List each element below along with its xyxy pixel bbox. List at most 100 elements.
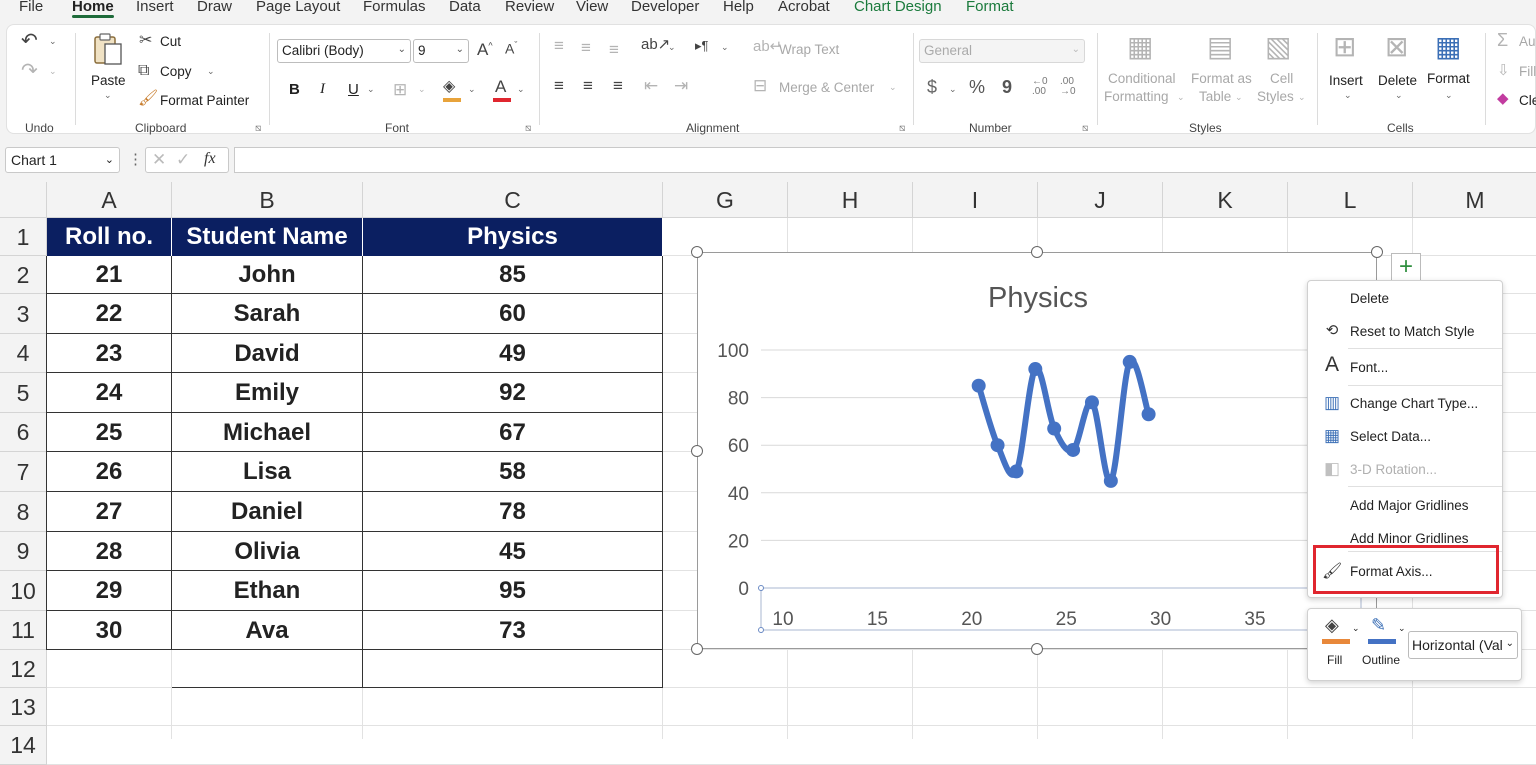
row-header-2[interactable]: 2 — [0, 256, 47, 294]
menu-item-font[interactable]: A Font... — [1308, 352, 1504, 382]
data-point[interactable] — [1066, 442, 1081, 457]
chart-resize-handle-bl[interactable] — [691, 643, 703, 655]
row-header-7[interactable]: 7 — [0, 452, 47, 492]
redo-dropdown-icon[interactable]: ⌄ — [49, 67, 57, 76]
paste-button[interactable] — [91, 31, 127, 69]
insert-function-button[interactable]: fx — [204, 150, 216, 168]
row-header-5[interactable]: 5 — [0, 373, 47, 413]
cell-styles-label[interactable]: Cell — [1270, 71, 1293, 86]
tab-help[interactable]: Help — [723, 0, 754, 15]
table-cell[interactable]: 23 — [47, 334, 172, 373]
tab-draw[interactable]: Draw — [197, 0, 232, 15]
table-cell[interactable]: 24 — [47, 373, 172, 413]
tab-developer[interactable]: Developer — [631, 0, 699, 15]
tab-data[interactable]: Data — [449, 0, 481, 15]
table-cell[interactable]: Ava — [172, 611, 363, 650]
tab-view[interactable]: View — [576, 0, 608, 15]
wrap-text-button[interactable]: Wrap Text — [779, 42, 839, 57]
data-point[interactable] — [1084, 395, 1099, 410]
column-header-j[interactable]: J — [1038, 182, 1163, 218]
column-header-i[interactable]: I — [913, 182, 1038, 218]
row-header-14[interactable]: 14 — [0, 726, 47, 765]
column-header-m[interactable]: M — [1413, 182, 1536, 218]
table-cell[interactable]: 29 — [47, 571, 172, 611]
undo-dropdown-icon[interactable]: ⌄ — [49, 37, 57, 46]
data-point[interactable] — [990, 438, 1005, 453]
fill-button[interactable]: Fill — [1519, 64, 1536, 79]
data-point[interactable] — [1103, 473, 1118, 488]
table-cell[interactable]: 58 — [363, 452, 663, 492]
data-point[interactable] — [1122, 354, 1137, 369]
data-point[interactable] — [1047, 421, 1062, 436]
font-name-combo[interactable]: Calibri (Body) ⌄ — [277, 39, 411, 63]
table-cell[interactable]: 60 — [363, 294, 663, 334]
decrease-decimal-button[interactable]: .00 →0 — [1060, 77, 1076, 97]
chart-title[interactable]: Physics — [988, 282, 1088, 314]
menu-item-delete[interactable]: Delete — [1308, 283, 1504, 313]
chart-resize-handle-t[interactable] — [1031, 246, 1043, 258]
row-header-9[interactable]: 9 — [0, 532, 47, 571]
increase-font-icon[interactable]: A^ — [477, 41, 493, 58]
table-cell[interactable]: Sarah — [172, 294, 363, 334]
menu-item-add-major-gridlines[interactable]: Add Major Gridlines — [1308, 490, 1504, 520]
format-table-dropdown-icon[interactable]: ⌄ — [1235, 93, 1243, 102]
decrease-indent-icon[interactable]: ⇤ — [644, 77, 658, 94]
delete-dropdown-icon[interactable]: ⌄ — [1395, 91, 1403, 100]
column-header-k[interactable]: K — [1163, 182, 1288, 218]
conditional-dropdown-icon[interactable]: ⌄ — [1177, 93, 1185, 102]
column-header-b[interactable]: B — [172, 182, 363, 218]
tab-page-layout[interactable]: Page Layout — [256, 0, 340, 15]
clear-button[interactable]: Cle — [1519, 93, 1536, 108]
clipboard-launcher-icon[interactable]: ⧅ — [255, 123, 261, 134]
table-cell[interactable]: 85 — [363, 256, 663, 294]
insert-dropdown-icon[interactable]: ⌄ — [1344, 91, 1352, 100]
row-header-1[interactable]: 1 — [0, 218, 47, 256]
table-cell[interactable]: 27 — [47, 492, 172, 532]
tab-acrobat[interactable]: Acrobat — [778, 0, 830, 15]
axis-selection-handle[interactable] — [758, 627, 764, 633]
data-point[interactable] — [971, 378, 986, 393]
format-as-table-label[interactable]: Format as — [1191, 71, 1252, 86]
row-header-6[interactable]: 6 — [0, 413, 47, 452]
table-cell[interactable]: 25 — [47, 413, 172, 452]
data-point[interactable] — [1009, 464, 1024, 479]
format-cells-button[interactable]: Format — [1427, 71, 1470, 86]
table-cell[interactable]: 92 — [363, 373, 663, 413]
empty-table-cell[interactable] — [363, 650, 663, 688]
autosum-button[interactable]: Au — [1519, 34, 1536, 49]
y-axis-tick-labels[interactable]: 0 20 40 60 80 100 — [717, 341, 749, 600]
series-line-physics[interactable] — [975, 357, 1152, 484]
borders-dropdown-icon[interactable]: ⌄ — [418, 85, 426, 94]
italic-button[interactable]: I — [320, 81, 325, 98]
copy-dropdown-icon[interactable]: ⌄ — [207, 67, 215, 76]
insert-cells-button[interactable]: Insert — [1329, 73, 1363, 88]
x-axis-tick-labels[interactable]: 10 15 20 25 30 35 — [772, 609, 1265, 630]
table-cell[interactable]: 67 — [363, 413, 663, 452]
borders-icon[interactable]: ⊞ — [393, 81, 407, 98]
table-cell[interactable]: 95 — [363, 571, 663, 611]
outline-button[interactable]: ✎ ⌄ — [1368, 615, 1406, 645]
bold-button[interactable]: B — [289, 81, 300, 98]
table-cell[interactable]: Daniel — [172, 492, 363, 532]
cut-button[interactable]: Cut — [160, 34, 181, 49]
middle-align-icon[interactable]: ≡ — [581, 39, 591, 56]
table-cell[interactable]: 30 — [47, 611, 172, 650]
table-header-cell[interactable]: Physics — [363, 218, 663, 256]
table-header-cell[interactable]: Roll no. — [47, 218, 172, 256]
tab-insert[interactable]: Insert — [136, 0, 174, 15]
empty-table-cell[interactable] — [172, 650, 363, 688]
orientation-dropdown-icon[interactable]: ⌄ — [668, 43, 676, 52]
tab-file[interactable]: File — [19, 0, 43, 15]
number-format-combo[interactable]: General ⌄ — [919, 39, 1085, 63]
chart-elements-plus-icon[interactable]: + — [1391, 253, 1421, 281]
tab-home[interactable]: Home — [72, 0, 114, 18]
alignment-launcher-icon[interactable]: ⧅ — [899, 123, 905, 134]
tab-formulas[interactable]: Formulas — [363, 0, 426, 15]
fill-color-dropdown-icon[interactable]: ⌄ — [468, 85, 476, 94]
copy-button[interactable]: Copy — [160, 64, 192, 79]
more-options-icon[interactable]: ⋮ — [128, 150, 143, 168]
row-header-12[interactable]: 12 — [0, 650, 47, 688]
table-cell[interactable]: 78 — [363, 492, 663, 532]
menu-item-change-chart-type[interactable]: ▥ Change Chart Type... — [1308, 388, 1504, 418]
format-as-table-label-2[interactable]: Table — [1199, 89, 1231, 104]
